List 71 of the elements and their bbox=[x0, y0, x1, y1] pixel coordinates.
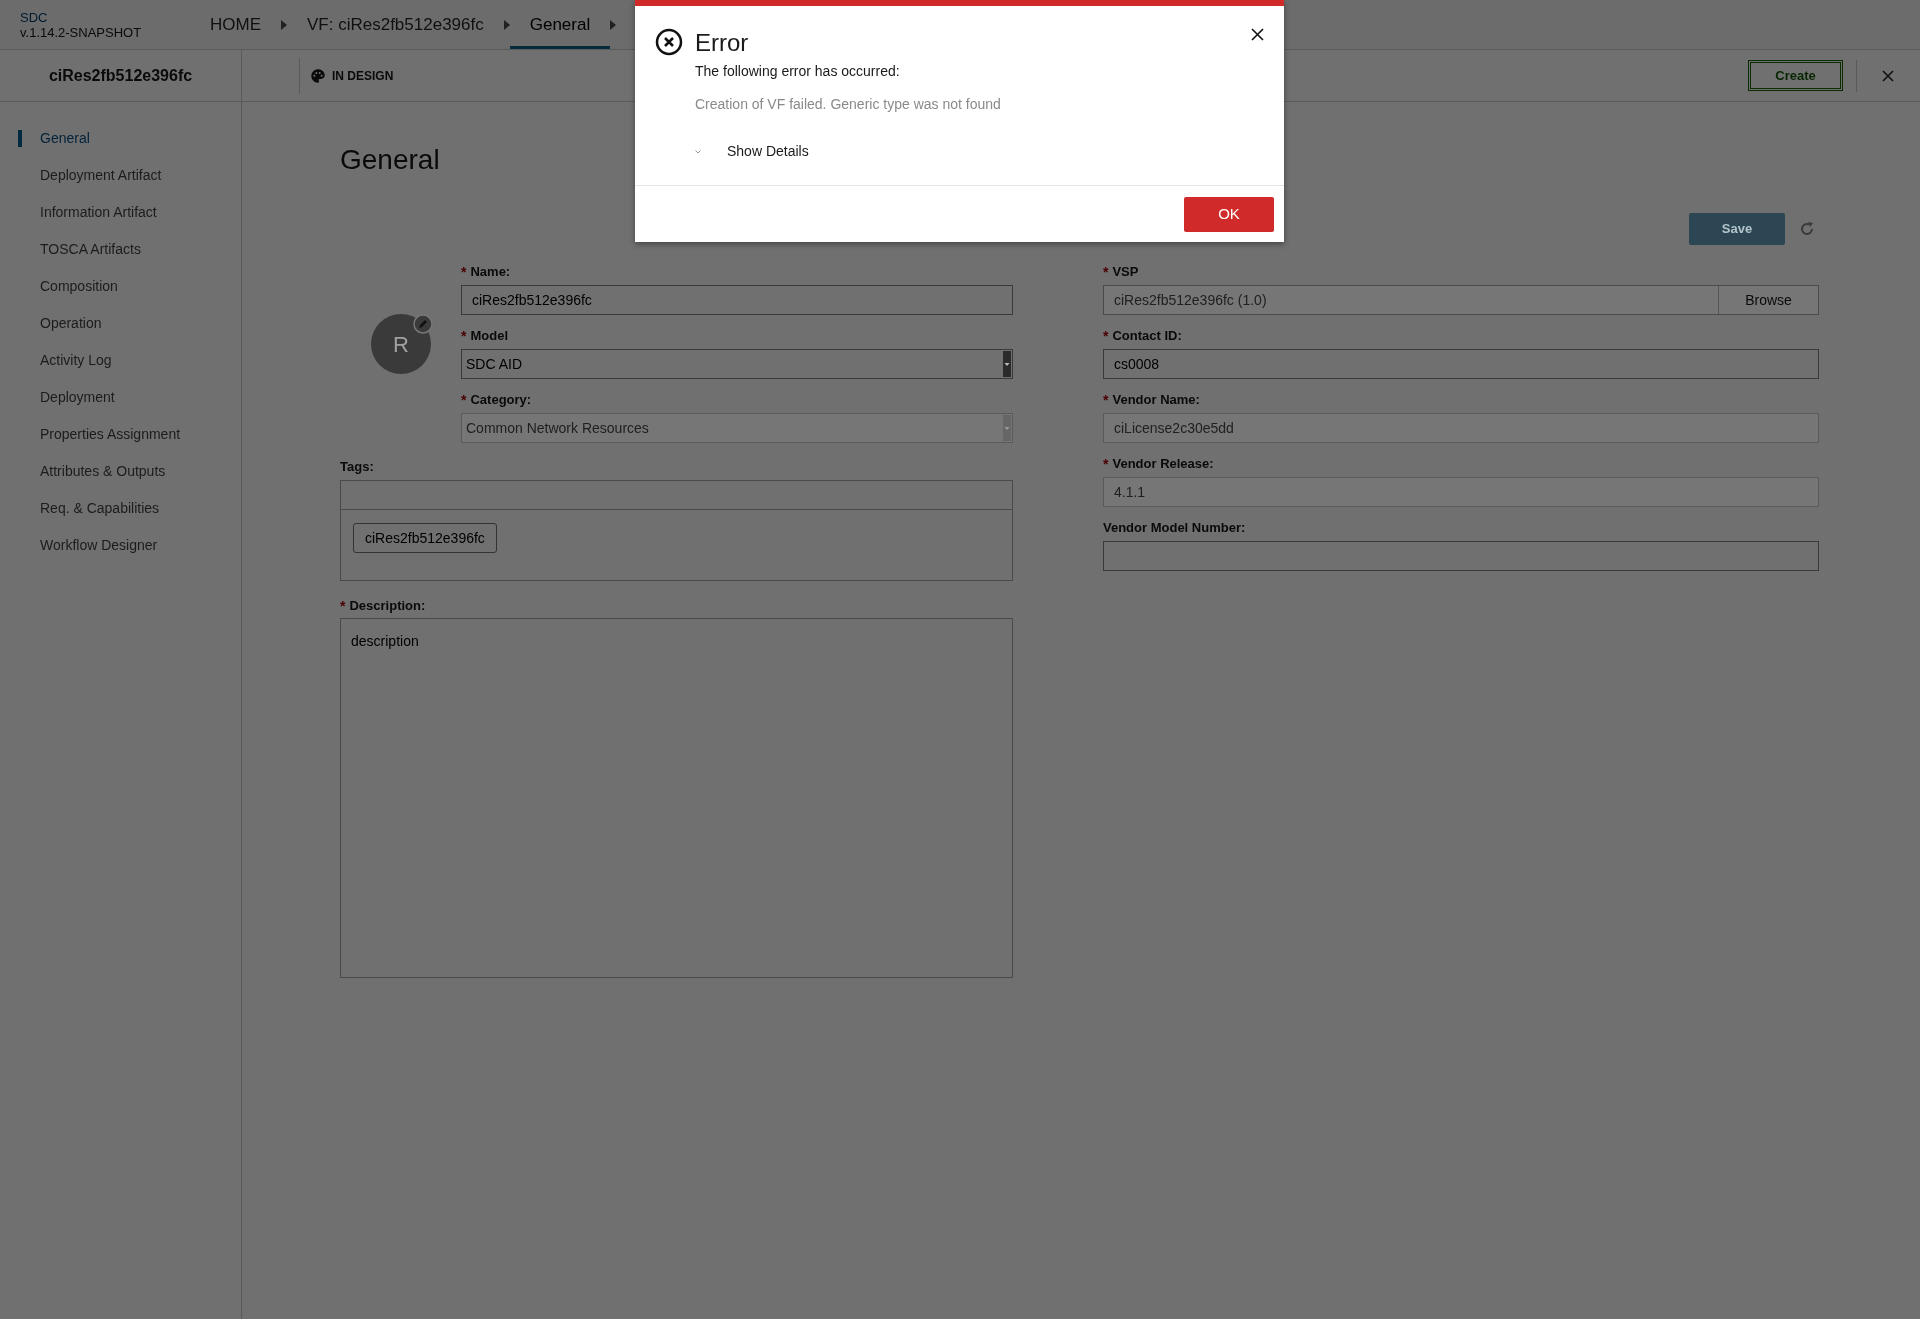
required-mark: * bbox=[1103, 390, 1109, 410]
app-name: SDC bbox=[20, 9, 49, 25]
field-value: ciRes2fb512e396fc bbox=[472, 290, 592, 310]
field-value: ciLicense2c30e5dd bbox=[1114, 418, 1234, 438]
required-mark: * bbox=[461, 390, 467, 410]
sidebar-item[interactable]: Deployment Artifact bbox=[40, 165, 162, 186]
avatar-letter: R bbox=[393, 330, 409, 359]
dropdown-caret-icon bbox=[1003, 351, 1011, 377]
sidebar-item[interactable]: Activity Log bbox=[40, 350, 112, 371]
create-button[interactable]: Create bbox=[1748, 60, 1843, 91]
tag-chip[interactable]: ciRes2fb512e396fc bbox=[353, 523, 497, 553]
sidebar-item[interactable]: Req. & Capabilities bbox=[40, 498, 160, 519]
field-label: VSP bbox=[1112, 263, 1139, 282]
page-title: General bbox=[340, 143, 440, 177]
error-detail: Creation of VF failed. Generic type was not found bbox=[695, 95, 1001, 114]
chevron-down-icon bbox=[695, 149, 701, 154]
pencil-icon[interactable] bbox=[413, 314, 433, 334]
save-button[interactable]: Save bbox=[1689, 213, 1785, 245]
field-value: ciRes2fb512e396fc (1.0) bbox=[1113, 291, 1268, 310]
field-label: Tags: bbox=[340, 459, 374, 474]
field-value: description bbox=[351, 633, 419, 649]
field-label: Contact ID: bbox=[1112, 327, 1182, 346]
show-details-toggle[interactable]: Show Details bbox=[695, 141, 809, 162]
required-mark: * bbox=[1103, 262, 1109, 282]
caret-right-icon bbox=[281, 19, 287, 30]
field-label: Vendor Release: bbox=[1112, 455, 1214, 474]
field-value: SDC AID bbox=[466, 354, 523, 374]
select-field[interactable]: SDC AID bbox=[461, 349, 1013, 379]
app-version: v.1.14.2-SNAPSHOT bbox=[20, 24, 143, 40]
sidebar-item[interactable]: Workflow Designer bbox=[40, 535, 158, 556]
description-field[interactable]: description bbox=[340, 618, 1013, 978]
field-value: Common Network Resources bbox=[466, 418, 650, 438]
sidebar-item[interactable]: Information Artifact bbox=[40, 202, 157, 223]
sidebar-item[interactable]: Deployment bbox=[40, 387, 115, 408]
field-label: Description: bbox=[349, 597, 426, 616]
close-icon[interactable] bbox=[1251, 28, 1264, 41]
required-mark: * bbox=[340, 596, 346, 616]
field-label: Vendor Name: bbox=[1112, 391, 1200, 410]
error-icon bbox=[655, 28, 683, 56]
required-mark: * bbox=[1103, 326, 1109, 346]
ok-button[interactable]: OK bbox=[1184, 196, 1274, 232]
field-value: 4.1.1 bbox=[1114, 482, 1146, 502]
field-value: cs0008 bbox=[1114, 354, 1160, 374]
status-label: IN DESIGN bbox=[332, 67, 394, 85]
dialog-title: Error bbox=[695, 28, 750, 58]
tags-field[interactable]: ciRes2fb512e396fc bbox=[340, 480, 1013, 581]
sidebar-item[interactable]: Attributes & Outputs bbox=[40, 461, 166, 482]
breadcrumb-link[interactable]: VF: ciRes2fb512e396fc bbox=[287, 0, 504, 49]
error-message: The following error has occurred: bbox=[695, 62, 901, 81]
input-field[interactable]: cs0008 bbox=[1103, 349, 1819, 379]
sidebar-item[interactable]: TOSCA Artifacts bbox=[40, 239, 141, 260]
sidebar-item[interactable]: Composition bbox=[40, 276, 118, 297]
sidebar-item[interactable]: General bbox=[40, 128, 90, 149]
sidebar-item[interactable]: Operation bbox=[40, 313, 102, 334]
caret-right-icon bbox=[503, 19, 510, 30]
dropdown-caret-icon bbox=[1003, 415, 1011, 441]
field-label: Category: bbox=[470, 391, 532, 410]
resource-title: ciRes2fb512e396fc bbox=[48, 65, 193, 86]
breadcrumb-link[interactable]: HOME bbox=[190, 0, 281, 49]
input-field[interactable] bbox=[1103, 541, 1819, 571]
required-mark: * bbox=[461, 326, 467, 346]
sidebar-item[interactable]: Properties Assignment bbox=[40, 424, 181, 445]
caret-right-icon bbox=[610, 19, 617, 30]
required-mark: * bbox=[1103, 454, 1109, 474]
field-label: Name: bbox=[470, 263, 511, 282]
field-label: Model bbox=[470, 327, 508, 346]
required-mark: * bbox=[461, 262, 467, 282]
palette-icon bbox=[310, 67, 326, 84]
field-label: Vendor Model Number: bbox=[1103, 519, 1246, 538]
refresh-icon[interactable] bbox=[1799, 221, 1815, 237]
input-field[interactable]: ciRes2fb512e396fc bbox=[461, 285, 1013, 315]
